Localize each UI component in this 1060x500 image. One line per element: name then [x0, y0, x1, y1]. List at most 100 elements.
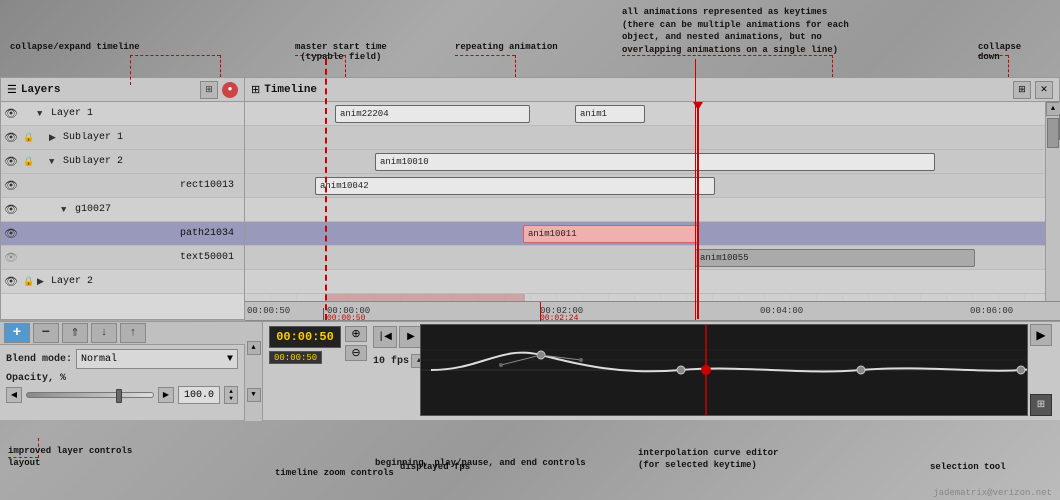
layer-row[interactable]: 👁 text50001	[1, 246, 244, 270]
layers-grid-btn[interactable]: ⊞	[200, 81, 218, 99]
timeline-panel: ⊞ Timeline ⊞ ✕	[245, 77, 1060, 320]
anim-block[interactable]: anim10011	[523, 225, 698, 243]
layer-triangle[interactable]: ▼	[37, 109, 51, 119]
anim-block[interactable]: anim1	[575, 105, 645, 123]
layer-visibility[interactable]: 👁	[1, 131, 21, 145]
vert-btn-2[interactable]: ▼	[247, 388, 261, 402]
timeline-row-1[interactable]	[245, 126, 1045, 150]
remove-layer-btn[interactable]: −	[33, 323, 59, 343]
timeline-close-btn[interactable]: ✕	[1035, 81, 1053, 99]
tl-scroll-right[interactable]: ▶	[1030, 324, 1052, 346]
master-time-line	[325, 59, 327, 320]
timeline-row-4[interactable]	[245, 198, 1045, 222]
layer-triangle[interactable]: ▶	[49, 133, 63, 143]
blend-opacity-panel: Blend mode: Normal ▼ Opacity, % ◀ ▶ 100.…	[0, 345, 245, 420]
layer-visibility[interactable]: 👁	[1, 275, 21, 289]
tl-scroll-thumb[interactable]	[1047, 118, 1059, 148]
timeline-row-3[interactable]: anim10042	[245, 174, 1045, 198]
opacity-stepper[interactable]: ▲ ▼	[224, 386, 238, 404]
move-top-btn[interactable]: ⇑	[62, 323, 88, 343]
fps-value: 10 fps	[373, 356, 409, 367]
layer-triangle[interactable]: ▶	[37, 277, 51, 287]
layer-visibility[interactable]: 👁	[1, 179, 21, 193]
opacity-row: ◀ ▶ 100.0 ▲ ▼	[6, 386, 238, 404]
layer-name: text50001	[73, 252, 240, 263]
annotation-interpolation: interpolation curve editor(for selected …	[638, 447, 778, 472]
playhead[interactable]	[697, 102, 699, 319]
timeline-row-0[interactable]: anim22204 anim1	[245, 102, 1045, 126]
layer-visibility[interactable]: 👁	[1, 227, 21, 241]
opacity-increase[interactable]: ▶	[158, 387, 174, 403]
time-display[interactable]: 00:00:50	[269, 326, 341, 348]
annotation-displayed-fps: displayed fps	[400, 462, 470, 472]
timeline-bottom-controls: ▲ ▼ 00:00:50 00:00:50 ⊕ ⊖ |◀ ▶ ▶| 10 fps…	[245, 321, 1060, 420]
layer-row[interactable]: 👁 path21034	[1, 222, 244, 246]
time-tick	[323, 308, 324, 320]
annotation-collapse-down: collapsedown	[978, 42, 1021, 62]
timeline-row-2[interactable]: anim10010	[245, 150, 1045, 174]
watermark: jadematrix@verizon.net	[933, 488, 1052, 498]
layer-row[interactable]: 👁 ▼ g10027	[1, 198, 244, 222]
annotation-selection: selection tool	[930, 462, 1006, 472]
anim-block[interactable]: anim22204	[335, 105, 530, 123]
layer-name: Layer 2	[51, 276, 240, 287]
layer-visibility[interactable]: 👁	[1, 107, 21, 121]
anim-block[interactable]: anim10042	[315, 177, 715, 195]
timeline-scrollbar[interactable]: ▲ ▼	[1045, 102, 1059, 319]
layer-row[interactable]: 👁 🔒 ▶ Layer 2	[1, 270, 244, 294]
blend-arrow: ▼	[227, 354, 233, 365]
opacity-label: Opacity, %	[6, 373, 238, 384]
layer-visibility[interactable]: 👁	[1, 251, 21, 265]
anim-block[interactable]: anim10010	[375, 153, 935, 171]
time-label-0: 00:00:50	[247, 306, 290, 316]
playhead-time	[540, 302, 541, 322]
annotation-layer-controls: improved layer controlslayout	[8, 445, 132, 470]
blend-label: Blend mode:	[6, 354, 72, 365]
beginning-btn[interactable]: |◀	[373, 326, 397, 348]
move-up-btn[interactable]: ↑	[120, 323, 146, 343]
curve-editor: anim10011	[420, 324, 1028, 416]
opacity-slider[interactable]	[26, 392, 154, 398]
timeline-title: Timeline	[264, 84, 1009, 96]
blend-dropdown[interactable]: Normal ▼	[76, 349, 238, 369]
layers-header: ☰ Layers ⊞ ●	[1, 78, 244, 102]
timeline-content: anim22204 anim1 anim10010 anim10042 anim…	[245, 102, 1059, 319]
anim-block[interactable]: anim10055	[695, 249, 975, 267]
layers-menu-icon: ☰	[7, 83, 17, 97]
tl-left-vert-controls: ▲ ▼	[245, 322, 263, 421]
selection-tool-btn[interactable]: ⊞	[1030, 394, 1052, 416]
layer-row[interactable]: 👁 🔒 ▶ Sublayer 1	[1, 126, 244, 150]
add-layer-btn[interactable]: +	[4, 323, 30, 343]
timeline-row-6[interactable]: anim10055	[245, 246, 1045, 270]
layers-list: 👁 ▼ Layer 1 👁 🔒 ▶ Sublayer 1 👁 🔒	[1, 102, 244, 319]
opacity-value[interactable]: 100.0	[178, 386, 220, 404]
layers-title: Layers	[21, 84, 196, 96]
annotation-timeline-zoom: timeline zoom controls	[275, 467, 394, 480]
move-down-btn[interactable]: ↓	[91, 323, 117, 343]
layer-name: g10027	[75, 204, 240, 215]
zoom-out-btn[interactable]: ⊖	[345, 345, 367, 361]
timeline-row-7[interactable]	[245, 270, 1045, 294]
timeline-row-5[interactable]: anim10011	[245, 222, 1045, 246]
layer-visibility[interactable]: 👁	[1, 203, 21, 217]
layer-triangle[interactable]: ▼	[49, 157, 63, 167]
layer-name: Layer 1	[51, 108, 240, 119]
layers-panel: ☰ Layers ⊞ ● 👁 ▼ Layer 1 👁 🔒 ▶	[0, 77, 245, 320]
playhead-ruler	[695, 59, 696, 320]
timeline-expand-btn[interactable]: ⊞	[1013, 81, 1031, 99]
time-label-3: 00:04:00	[760, 306, 803, 316]
vert-btn-1[interactable]: ▲	[247, 341, 261, 355]
tl-scroll-up[interactable]: ▲	[1046, 102, 1059, 116]
zoom-in-btn[interactable]: ⊕	[345, 326, 367, 342]
time-sub[interactable]: 00:00:50	[269, 351, 322, 364]
layers-record-btn[interactable]: ●	[222, 82, 238, 98]
opacity-thumb[interactable]	[116, 389, 122, 403]
opacity-decrease[interactable]: ◀	[6, 387, 22, 403]
layer-row[interactable]: 👁 ▼ Layer 1	[1, 102, 244, 126]
layer-triangle[interactable]: ▼	[61, 205, 75, 215]
time-label-4: 00:06:00	[970, 306, 1013, 316]
layer-lock: 🔒	[21, 157, 37, 167]
layer-row[interactable]: 👁 🔒 ▼ Sublayer 2	[1, 150, 244, 174]
layer-visibility[interactable]: 👁	[1, 155, 21, 169]
layer-row[interactable]: 👁 rect10013	[1, 174, 244, 198]
